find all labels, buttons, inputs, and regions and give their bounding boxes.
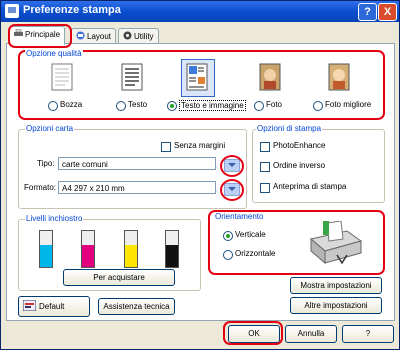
- print-preview-checkbox[interactable]: [260, 183, 270, 193]
- reverse-order-label: Ordine inverso: [273, 161, 326, 170]
- show-settings-button[interactable]: Mostra impostazioni: [290, 277, 382, 294]
- ok-highlight: [223, 321, 283, 345]
- ink-fill-magenta: [82, 244, 94, 267]
- help-title-button[interactable]: ?: [358, 3, 377, 21]
- help-button[interactable]: ?: [342, 325, 394, 343]
- paper-format-value: A4 297 x 210 mm: [62, 184, 125, 193]
- title-bar: Preferenze stampa ? X: [1, 1, 399, 22]
- orientation-title: Orientamento: [214, 212, 265, 221]
- borderless-checkbox[interactable]: [161, 142, 171, 152]
- close-button[interactable]: X: [378, 3, 397, 21]
- ink-levels-title: Livelli inchiostro: [25, 214, 84, 223]
- ink-fill-yellow: [125, 244, 137, 267]
- photoenhance-checkbox[interactable]: [260, 142, 270, 152]
- print-preferences-window: Preferenze stampa ? X Principale Layout …: [0, 0, 400, 350]
- paper-format-select[interactable]: A4 297 x 210 mm: [58, 181, 216, 194]
- paper-type-value: carte comuni: [62, 160, 108, 169]
- reverse-order-checkbox[interactable]: [260, 162, 270, 172]
- print-preview-label: Anteprima di stampa: [273, 182, 347, 191]
- window-title: Preferenze stampa: [23, 4, 121, 16]
- default-button[interactable]: Default: [18, 296, 90, 317]
- radio-orizzontale[interactable]: [223, 250, 233, 260]
- tab-label: Layout: [87, 32, 112, 41]
- default-label: Default: [39, 302, 65, 311]
- tab-layout[interactable]: Layout: [71, 28, 117, 44]
- default-settings-icon: [22, 299, 37, 312]
- type-label: Tipo:: [37, 159, 55, 168]
- cartridge-cyan: [39, 230, 53, 268]
- purchase-button[interactable]: Per acquistare: [63, 269, 175, 286]
- quality-highlight: [18, 50, 385, 120]
- paper-group-title: Opzioni carta: [25, 124, 75, 133]
- printer-icon: [5, 4, 19, 18]
- borderless-label: Senza margini: [174, 141, 226, 150]
- other-settings-button[interactable]: Altre impostazioni: [290, 297, 382, 314]
- format-label: Formato:: [24, 183, 57, 192]
- paper-type-select[interactable]: carte comuni: [58, 157, 216, 170]
- radio-verticale[interactable]: [223, 231, 233, 241]
- support-button[interactable]: Assistenza tecnica: [98, 298, 175, 315]
- ink-fill-black: [166, 244, 178, 267]
- type-dropdown-highlight: [220, 155, 244, 177]
- tab-label: Utility: [134, 32, 154, 41]
- photoenhance-label: PhotoEnhance: [273, 141, 326, 150]
- print-options-title: Opzioni di stampa: [256, 124, 323, 133]
- cartridge-magenta: [81, 230, 95, 268]
- cartridge-yellow: [124, 230, 138, 268]
- ink-fill-cyan: [40, 244, 52, 267]
- tab-utility[interactable]: Utility: [118, 28, 159, 44]
- cancel-button[interactable]: Annulla: [285, 325, 337, 343]
- quality-group-title: Opzione qualità: [25, 49, 83, 58]
- principale-tab-highlight: [8, 24, 72, 48]
- layout-icon: [76, 30, 85, 40]
- cartridge-black: [165, 230, 179, 268]
- utility-icon: [123, 30, 132, 40]
- format-dropdown-highlight: [220, 179, 244, 201]
